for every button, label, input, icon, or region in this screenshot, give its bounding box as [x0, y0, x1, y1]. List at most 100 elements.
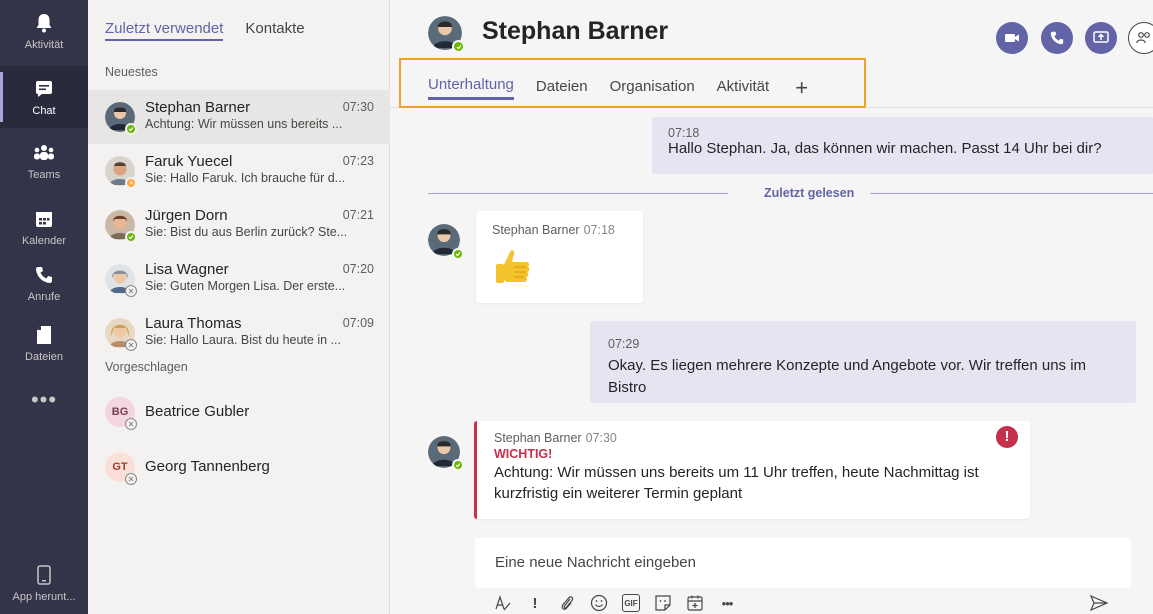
chat-item-stephan-barner[interactable]: Stephan Barner 07:30 Achtung: Wir müssen… [88, 90, 390, 144]
tab-files[interactable]: Dateien [536, 78, 588, 99]
chat-list-pane: Zuletzt verwendet Kontakte Neuestes Step… [88, 0, 390, 614]
phone-icon [32, 263, 56, 287]
format-icon[interactable] [494, 594, 512, 612]
attach-icon[interactable] [558, 594, 576, 612]
message-sender: Stephan Barner [492, 223, 580, 237]
message-time: 07:29 [608, 337, 640, 351]
files-icon [32, 323, 56, 347]
important-flag: WICHTIG! [494, 447, 553, 461]
conversation-pane: Stephan Barner Unterhaltung Dateien Orga… [390, 0, 1153, 614]
rail-item-calendar[interactable]: Kalender [0, 196, 88, 258]
presence-offline-icon [125, 418, 137, 430]
chat-time: 07:23 [342, 154, 374, 168]
rail-item-label: Chat [32, 105, 56, 117]
conversation-title: Stephan Barner [482, 17, 669, 45]
message-input[interactable] [495, 554, 1095, 571]
rail-item-files[interactable]: Dateien [0, 312, 88, 374]
message-text: Achtung: Wir müssen uns bereits um 11 Uh… [494, 464, 979, 502]
teams-icon [32, 141, 56, 165]
gif-icon[interactable]: GIF [622, 594, 640, 612]
people-icon [1136, 32, 1150, 44]
presence-available-icon [125, 231, 137, 243]
message-incoming[interactable]: Stephan Barner 07:18 [476, 211, 643, 303]
share-screen-button[interactable] [1085, 22, 1117, 54]
chat-item-faruk-yuecel[interactable]: Faruk Yuecel 07:23 Sie: Hallo Faruk. Ich… [88, 144, 390, 198]
phone-icon [1050, 31, 1064, 45]
download-app-button[interactable]: App herunt... [0, 552, 88, 614]
tab-conversation[interactable]: Unterhaltung [428, 76, 514, 100]
chat-preview: Achtung: Wir müssen uns bereits ... [145, 117, 343, 131]
presence-offline-icon [125, 473, 137, 485]
video-call-button[interactable] [996, 22, 1028, 54]
send-button[interactable] [1088, 592, 1110, 614]
tab-organisation[interactable]: Organisation [610, 78, 695, 99]
chat-icon [32, 77, 56, 101]
presence-available-icon [452, 40, 465, 53]
chat-item-laura-thomas[interactable]: Laura Thomas 07:09 Sie: Hallo Laura. Bis… [88, 306, 390, 360]
sticker-icon[interactable] [654, 594, 672, 612]
rail-item-teams[interactable]: Teams [0, 130, 88, 192]
chat-name: Stephan Barner [145, 99, 251, 116]
chat-name: Beatrice Gubler [145, 403, 250, 420]
presence-available-icon [125, 123, 137, 135]
rail-item-activity[interactable]: Aktivität [0, 0, 88, 62]
chat-preview: Sie: Bist du aus Berlin zurück? Ste... [145, 225, 348, 239]
more-apps-button[interactable]: ••• [0, 389, 88, 422]
chat-time: 07:21 [342, 208, 374, 222]
bell-icon [32, 11, 56, 35]
message-outgoing[interactable]: 07:29 Okay. Es liegen mehrere Konzepte u… [590, 321, 1136, 403]
rail-item-label: Aktivität [24, 39, 64, 51]
list-tabs: Zuletzt verwendet Kontakte [105, 20, 305, 41]
rail-item-chat[interactable]: Chat [0, 66, 88, 128]
rail-item-calls[interactable]: Anrufe [0, 252, 88, 314]
chat-time: 07:09 [342, 316, 374, 330]
suggested-section-label: Vorgeschlagen [105, 360, 188, 374]
share-screen-icon [1093, 31, 1109, 43]
chat-item-juergen-dorn[interactable]: Jürgen Dorn 07:21 Sie: Bist du aus Berli… [88, 198, 390, 252]
message-outgoing[interactable]: 07:18 Hallo Stephan. Ja, das können wir … [652, 117, 1153, 174]
compose-toolbar: ! GIF ••• [494, 592, 736, 614]
message-text: Hallo Stephan. Ja, das können wir machen… [668, 140, 1102, 157]
tab-recent[interactable]: Zuletzt verwendet [105, 20, 224, 41]
message-important[interactable]: Stephan Barner 07:30 WICHTIG! Achtung: Wi… [474, 421, 1030, 519]
download-app-label: App herunt... [12, 591, 76, 603]
recent-section-label: Neuestes [105, 65, 158, 79]
audio-call-button[interactable] [1041, 22, 1073, 54]
chat-item-lisa-wagner[interactable]: Lisa Wagner 07:20 Sie: Guten Morgen Lisa… [88, 252, 390, 306]
chat-preview: Sie: Hallo Faruk. Ich brauche für d... [145, 171, 346, 185]
chat-preview: Sie: Guten Morgen Lisa. Der erste... [145, 279, 346, 293]
app-rail: Aktivität Chat Teams Kalender Anrufe Dat… [0, 0, 88, 614]
conversation-tabs: Unterhaltung Dateien Organisation Aktivi… [428, 76, 808, 100]
chat-name: Faruk Yuecel [145, 153, 233, 170]
tab-activity[interactable]: Aktivität [717, 78, 770, 99]
add-tab-button[interactable]: + [795, 77, 808, 99]
suggested-item-georg-tannenberg[interactable]: GT Georg Tannenberg [88, 440, 390, 490]
rail-item-label: Anrufe [27, 291, 61, 303]
add-people-button[interactable] [1128, 22, 1153, 54]
important-icon[interactable]: ! [526, 594, 544, 612]
emoji-icon[interactable] [590, 594, 608, 612]
message-time: 07:18 [583, 223, 615, 237]
presence-offline-icon [125, 285, 137, 297]
compose-box [475, 538, 1131, 588]
chat-name: Jürgen Dorn [145, 207, 228, 224]
video-icon [1005, 34, 1019, 42]
presence-away-icon [125, 177, 137, 189]
more-icon[interactable]: ••• [718, 594, 736, 612]
presence-offline-icon [125, 339, 137, 351]
rail-item-label: Teams [27, 169, 61, 181]
meeting-icon[interactable] [686, 594, 704, 612]
tab-contacts[interactable]: Kontakte [245, 20, 304, 41]
calendar-icon [32, 207, 56, 231]
chat-name: Lisa Wagner [145, 261, 229, 278]
message-sender: Stephan Barner [494, 431, 582, 445]
conversation-header: Stephan Barner Unterhaltung Dateien Orga… [390, 0, 1153, 108]
chat-time: 07:30 [342, 100, 374, 114]
suggested-item-beatrice-gubler[interactable]: BG Beatrice Gubler [88, 385, 390, 435]
mobile-icon [32, 563, 56, 587]
message-time: 07:18 [668, 126, 700, 140]
presence-available-icon [452, 459, 464, 471]
chat-preview: Sie: Hallo Laura. Bist du heute in ... [145, 333, 341, 347]
presence-available-icon [452, 248, 464, 260]
chat-name: Georg Tannenberg [145, 458, 270, 475]
